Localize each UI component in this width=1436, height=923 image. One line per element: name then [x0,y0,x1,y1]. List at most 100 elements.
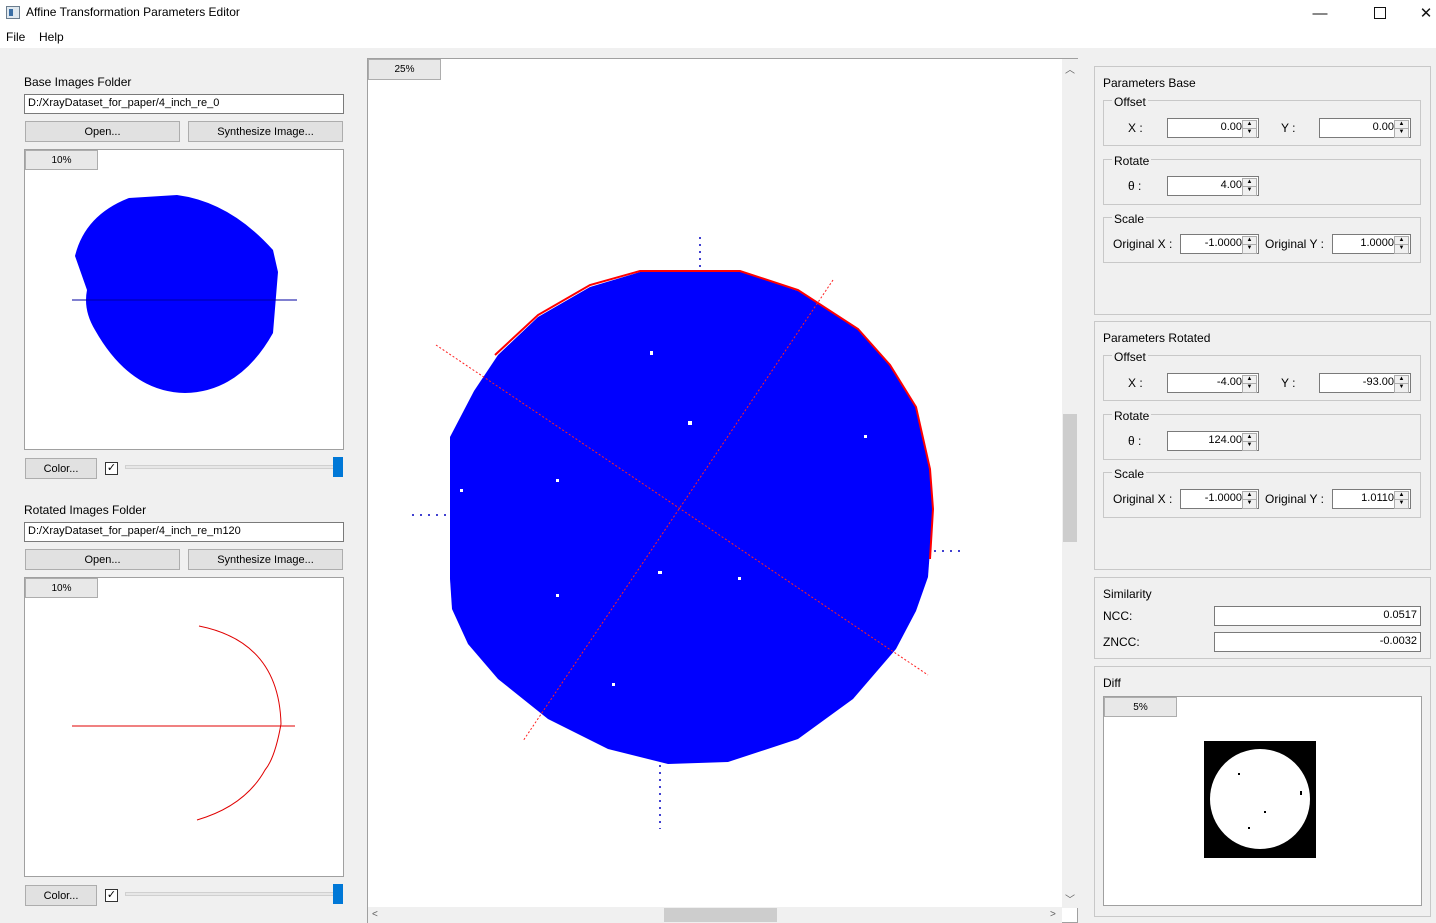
spin-down-icon[interactable]: ▼ [1242,499,1257,509]
rotated-image-view[interactable]: 10% [24,577,344,877]
overlay-canvas [412,237,962,829]
base-color-button[interactable]: Color... [25,458,97,479]
base-open-button[interactable]: Open... [25,121,180,142]
rotated-opacity-slider-thumb[interactable] [333,884,343,904]
window-title: Affine Transformation Parameters Editor [26,5,240,19]
spin-down-icon[interactable]: ▼ [1242,186,1257,196]
scroll-down-arrow-icon[interactable]: ﹀ [1065,891,1075,906]
minimize-icon: — [1312,4,1328,22]
params-rotated-title: Parameters Rotated [1103,331,1211,345]
diff-zoom-label: 5% [1104,697,1177,717]
zncc-label: ZNCC: [1103,635,1140,649]
params-base-offset-group: Offset X : 0.00 ▲ ▼ Y : 0.00 ▲ ▼ [1103,95,1421,146]
minimize-button[interactable]: — [1297,0,1343,26]
horizontal-scroll-thumb[interactable] [664,908,777,922]
params-rotated-rotate-title: Rotate [1112,409,1152,423]
params-rotated-y-spinbox[interactable]: -93.00 ▲ ▼ [1319,373,1411,393]
maximize-button[interactable] [1357,0,1403,26]
params-base-x-label: X : [1128,121,1143,135]
menu-bar: File Help [0,26,1436,48]
base-opacity-track[interactable] [125,465,341,469]
base-opacity-slider-thumb[interactable] [333,457,343,477]
params-base-orig-x-spinbox[interactable]: -1.0000 ▲ ▼ [1180,234,1259,254]
params-rotated-scale-group: Scale Original X : -1.0000 ▲ ▼ Original … [1103,467,1421,518]
spin-down-icon[interactable]: ▼ [1394,128,1409,138]
horizontal-scrollbar[interactable]: < > [368,907,1062,923]
params-base-group: Parameters Base Offset X : 0.00 ▲ ▼ Y : … [1094,66,1431,315]
rotated-open-button[interactable]: Open... [25,549,180,570]
params-rotated-orig-x-spinbox[interactable]: -1.0000 ▲ ▼ [1180,489,1259,509]
diff-title: Diff [1103,676,1121,690]
base-visible-checkbox[interactable]: ✓ [105,462,118,475]
params-rotated-orig-x-label: Original X : [1113,492,1173,506]
params-base-orig-x-value: -1.0000 [1204,237,1242,249]
params-base-y-label: Y : [1281,121,1296,135]
spin-down-icon[interactable]: ▼ [1394,244,1409,254]
base-image-view[interactable]: 10% [24,149,344,450]
params-rotated-x-value: -4.00 [1216,376,1242,388]
ncc-value-field[interactable]: 0.0517 [1214,606,1421,626]
params-base-orig-x-label: Original X : [1113,237,1173,251]
spin-down-icon[interactable]: ▼ [1394,499,1409,509]
params-rotated-group: Parameters Rotated Offset X : -4.00 ▲ ▼ … [1094,321,1431,570]
params-base-x-value: 0.00 [1220,121,1242,133]
vertical-scrollbar[interactable]: ︿ ﹀ [1062,59,1078,908]
params-base-y-spinbox[interactable]: 0.00 ▲ ▼ [1319,118,1411,138]
app-icon [6,6,20,19]
maximize-icon [1374,7,1386,19]
close-button[interactable]: ✕ [1403,0,1436,26]
params-rotated-scale-title: Scale [1112,467,1147,481]
base-folder-input[interactable]: D:/XrayDataset_for_paper/4_inch_re_0 [24,94,344,114]
close-icon: ✕ [1419,5,1433,22]
params-rotated-orig-y-spinbox[interactable]: 1.0110 ▲ ▼ [1332,489,1411,509]
rotated-folder-input[interactable]: D:/XrayDataset_for_paper/4_inch_re_m120 [24,522,344,542]
params-base-rotate-group: Rotate θ : 4.00 ▲ ▼ [1103,154,1421,205]
menu-file[interactable]: File [6,30,25,44]
params-rotated-theta-label: θ : [1128,434,1142,448]
scroll-right-arrow-icon[interactable]: > [1050,909,1056,920]
params-rotated-theta-value: 124.00 [1208,434,1242,446]
params-base-x-spinbox[interactable]: 0.00 ▲ ▼ [1167,118,1259,138]
menu-help[interactable]: Help [39,30,64,44]
zncc-value-field[interactable]: -0.0032 [1214,632,1421,652]
params-rotated-offset-title: Offset [1112,350,1148,364]
params-rotated-orig-x-value: -1.0000 [1204,492,1242,504]
params-rotated-x-label: X : [1128,376,1143,390]
rotated-synthesize-button[interactable]: Synthesize Image... [188,549,343,570]
spin-down-icon[interactable]: ▼ [1242,441,1257,451]
params-base-scale-title: Scale [1112,212,1147,226]
diff-image-view[interactable]: 5% [1103,696,1422,906]
similarity-group: Similarity NCC: 0.0517 ZNCC: -0.0032 [1094,577,1431,659]
params-base-theta-label: θ : [1128,179,1142,193]
spin-down-icon[interactable]: ▼ [1394,383,1409,393]
center-zoom-label: 25% [368,59,441,80]
spin-down-icon[interactable]: ▼ [1242,128,1257,138]
base-folder-label: Base Images Folder [24,75,132,89]
params-rotated-orig-y-value: 1.0110 [1361,492,1394,504]
params-base-orig-y-value: 1.0000 [1360,237,1394,249]
spin-down-icon[interactable]: ▼ [1242,244,1257,254]
vertical-scroll-thumb[interactable] [1063,414,1077,542]
params-rotated-y-label: Y : [1281,376,1296,390]
params-rotated-theta-spinbox[interactable]: 124.00 ▲ ▼ [1167,431,1259,451]
params-base-orig-y-spinbox[interactable]: 1.0000 ▲ ▼ [1332,234,1411,254]
rotated-color-button[interactable]: Color... [25,885,97,906]
params-base-theta-spinbox[interactable]: 4.00 ▲ ▼ [1167,176,1259,196]
params-base-scale-group: Scale Original X : -1.0000 ▲ ▼ Original … [1103,212,1421,263]
rotated-image-canvas [72,625,295,821]
params-base-orig-y-label: Original Y : [1265,237,1324,251]
spin-down-icon[interactable]: ▼ [1242,383,1257,393]
params-rotated-offset-group: Offset X : -4.00 ▲ ▼ Y : -93.00 ▲ ▼ [1103,350,1421,401]
params-base-title: Parameters Base [1103,76,1196,90]
scroll-up-arrow-icon[interactable]: ︿ [1065,61,1075,76]
base-synthesize-button[interactable]: Synthesize Image... [188,121,343,142]
rotated-opacity-track[interactable] [125,892,341,896]
params-base-y-value: 0.00 [1372,121,1394,133]
params-rotated-y-value: -93.00 [1362,376,1394,388]
similarity-title: Similarity [1103,587,1152,601]
scroll-left-arrow-icon[interactable]: < [372,909,378,920]
title-bar: Affine Transformation Parameters Editor … [0,0,1436,26]
main-overlay-view[interactable]: 25% ︿ ﹀ < > [367,58,1078,923]
rotated-visible-checkbox[interactable]: ✓ [105,889,118,902]
params-rotated-x-spinbox[interactable]: -4.00 ▲ ▼ [1167,373,1259,393]
